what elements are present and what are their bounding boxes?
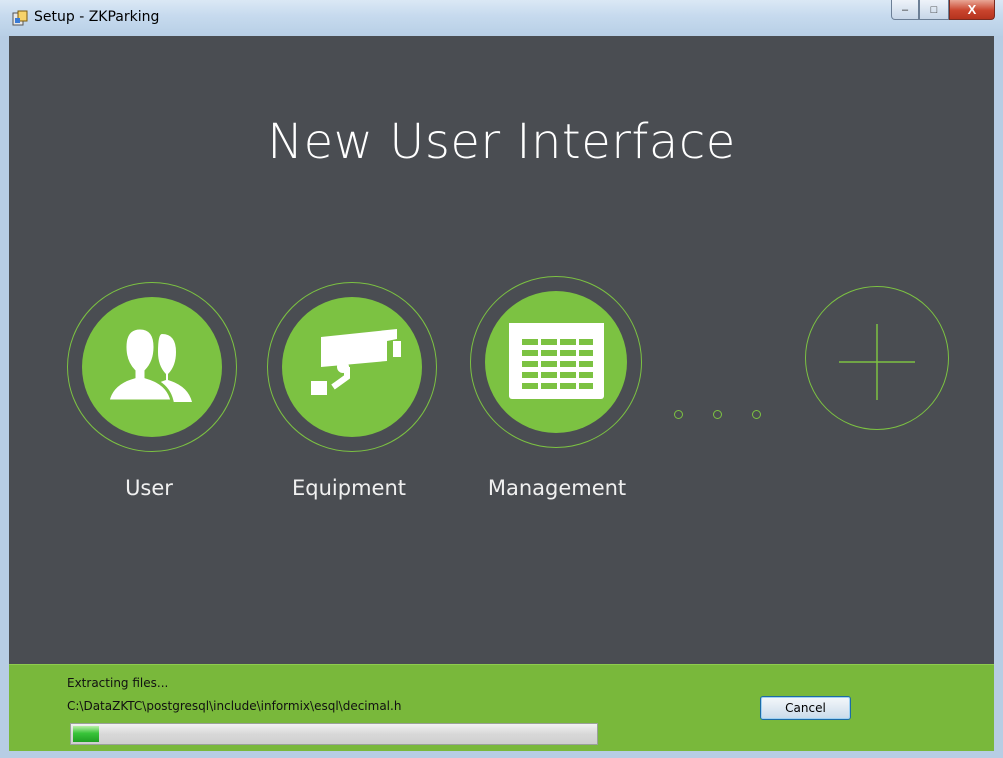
feature-management-label: Management: [487, 476, 627, 500]
maximize-icon: □: [930, 3, 938, 16]
maximize-button[interactable]: □: [919, 0, 949, 20]
camera-icon: [311, 329, 401, 395]
window-controls: – □ X: [891, 0, 995, 22]
installer-icon: [12, 10, 28, 26]
current-file-path: C:\DataZKTC\postgresql\include\informix\…: [67, 699, 402, 713]
window-border-bottom: [0, 750, 1003, 758]
title-bar[interactable]: Setup - ZKParking – □ X: [0, 0, 1003, 37]
status-text: Extracting files...: [67, 676, 169, 690]
window-border-left: [0, 36, 9, 758]
window-border-right: [994, 36, 1003, 758]
ellipsis-dot: [713, 410, 722, 419]
users-icon: [106, 326, 192, 403]
calendar-icon: [509, 323, 604, 399]
window-title: Setup - ZKParking: [34, 9, 160, 25]
close-icon: X: [967, 2, 977, 17]
feature-user-label: User: [125, 476, 173, 500]
ellipsis-dot: [752, 410, 761, 419]
progress-bar: [70, 723, 598, 745]
ellipsis-dot: [674, 410, 683, 419]
main-panel: New User Interface User Equipment Manage…: [9, 36, 994, 664]
progress-fill: [73, 726, 100, 742]
status-footer: Extracting files... C:\DataZKTC\postgres…: [9, 664, 994, 751]
minimize-icon: –: [901, 3, 909, 16]
minimize-button[interactable]: –: [891, 0, 919, 20]
setup-window: Setup - ZKParking – □ X New User Interfa…: [0, 0, 1003, 758]
feature-equipment-label: Equipment: [292, 476, 406, 500]
page-title: New User Interface: [267, 114, 736, 170]
cancel-button[interactable]: Cancel: [760, 696, 851, 720]
plus-icon: [839, 324, 915, 400]
close-button[interactable]: X: [949, 0, 995, 20]
